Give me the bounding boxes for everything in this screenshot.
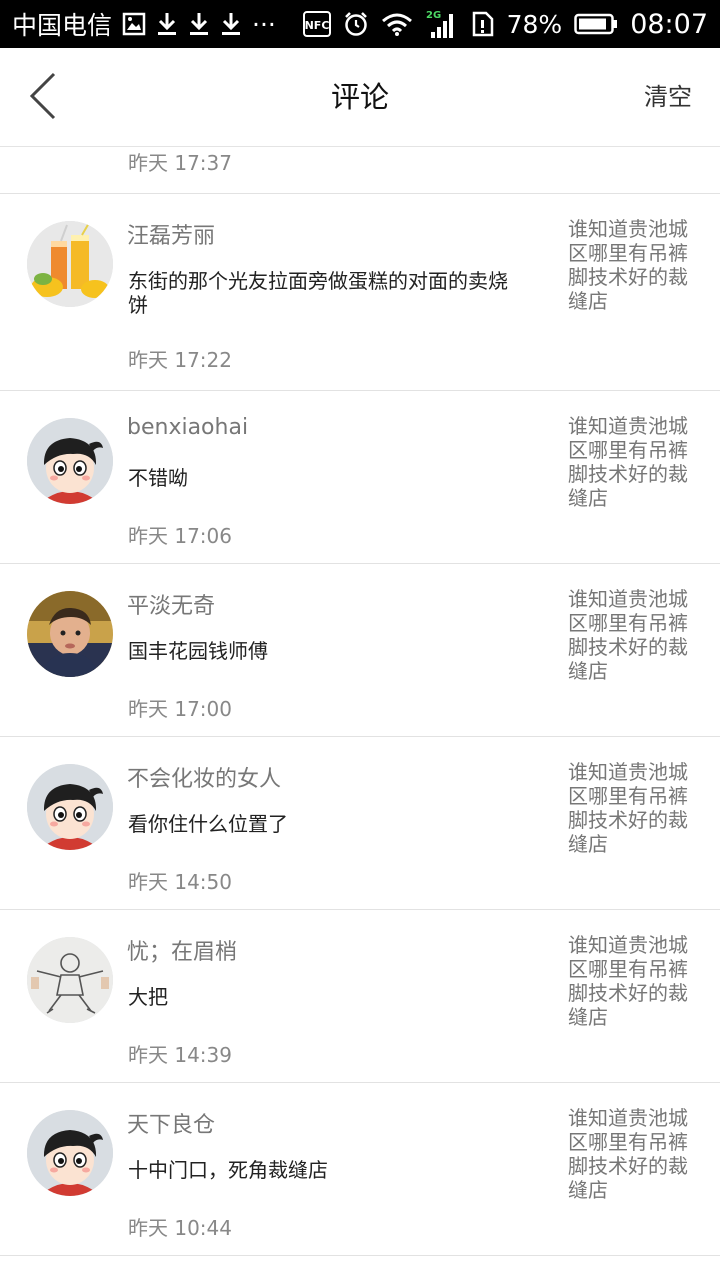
referenced-post[interactable]: 谁知道贵池城区哪里有吊裤脚技术好的裁缝店 bbox=[568, 217, 696, 313]
download-icon bbox=[156, 11, 178, 37]
list-item[interactable]: 忧；在眉梢 大把 昨天 14:39 谁知道贵池城区哪里有吊裤脚技术好的裁缝店 bbox=[0, 910, 720, 1083]
signal-icon: 2G bbox=[425, 8, 459, 40]
title-bar: 评论 清空 bbox=[0, 48, 720, 147]
comment-content: 十中门口，死角裁缝店 bbox=[128, 1158, 328, 1182]
sketch-avatar-icon bbox=[27, 937, 113, 1023]
referenced-post[interactable]: 谁知道贵池城区哪里有吊裤脚技术好的裁缝店 bbox=[568, 1106, 696, 1202]
clock: 08:07 bbox=[630, 8, 708, 40]
nfc-icon: NFC bbox=[302, 11, 331, 37]
referenced-post[interactable]: 谁知道贵池城区哪里有吊裤脚技术好的裁缝店 bbox=[568, 414, 696, 510]
commenter-name: benxiaohai bbox=[127, 415, 249, 440]
avatar[interactable] bbox=[27, 1110, 113, 1196]
default-avatar-icon bbox=[27, 418, 113, 504]
status-bar: 中国电信 ··· NFC 2G 78% 08:07 bbox=[0, 0, 720, 48]
comment-time: 昨天 17:06 bbox=[128, 524, 232, 548]
referenced-post[interactable]: 谁知道贵池城区哪里有吊裤脚技术好的裁缝店 bbox=[568, 933, 696, 1029]
page-title: 评论 bbox=[330, 80, 389, 114]
avatar[interactable] bbox=[27, 591, 113, 677]
wifi-icon bbox=[381, 12, 413, 36]
alarm-icon bbox=[343, 11, 369, 37]
commenter-name: 不会化妆的女人 bbox=[127, 767, 282, 792]
commenter-name: 汪磊芳丽 bbox=[127, 224, 216, 249]
clear-button[interactable]: 清空 bbox=[644, 48, 692, 147]
comment-time: 昨天 17:37 bbox=[128, 151, 232, 175]
list-item[interactable]: benxiaohai 不错呦 昨天 17:06 谁知道贵池城区哪里有吊裤脚技术好… bbox=[0, 391, 720, 564]
avatar[interactable] bbox=[27, 418, 113, 504]
list-item[interactable]: 天下良仓 十中门口，死角裁缝店 昨天 10:44 谁知道贵池城区哪里有吊裤脚技术… bbox=[0, 1083, 720, 1256]
commenter-name: 天下良仓 bbox=[127, 1113, 216, 1138]
default-avatar-icon bbox=[27, 1110, 113, 1196]
comment-content: 东街的那个光友拉面旁做蛋糕的对面的卖烧饼 bbox=[128, 269, 508, 317]
list-item[interactable]: 昨天 17:37 bbox=[0, 147, 720, 194]
svg-text:2G: 2G bbox=[426, 10, 441, 21]
comment-time: 昨天 10:44 bbox=[128, 1216, 232, 1240]
avatar[interactable] bbox=[27, 764, 113, 850]
comment-content: 看你住什么位置了 bbox=[128, 812, 288, 836]
commenter-name: 平淡无奇 bbox=[127, 594, 216, 619]
referenced-post[interactable]: 谁知道贵池城区哪里有吊裤脚技术好的裁缝店 bbox=[568, 587, 696, 683]
referenced-post[interactable]: 谁知道贵池城区哪里有吊裤脚技术好的裁缝店 bbox=[568, 760, 696, 856]
child-photo-avatar-icon bbox=[27, 591, 113, 677]
comment-time: 昨天 14:50 bbox=[128, 870, 232, 894]
back-button[interactable] bbox=[18, 70, 68, 126]
avatar[interactable] bbox=[27, 937, 113, 1023]
comment-list[interactable]: 昨天 17:37 汪磊芳丽 东街的那个光友拉面旁做蛋糕的对面的卖烧饼 昨天 17… bbox=[0, 147, 720, 1256]
comment-content: 不错呦 bbox=[128, 466, 188, 490]
download-icon bbox=[220, 11, 242, 37]
comment-time: 昨天 17:22 bbox=[128, 348, 232, 372]
chevron-left-icon bbox=[28, 71, 58, 125]
commenter-name: 忧；在眉梢 bbox=[127, 940, 238, 965]
list-item[interactable]: 平淡无奇 国丰花园钱师傅 昨天 17:00 谁知道贵池城区哪里有吊裤脚技术好的裁… bbox=[0, 564, 720, 737]
juice-avatar-icon bbox=[27, 221, 113, 307]
more-notifications-indicator: ··· bbox=[252, 9, 276, 39]
comment-content: 大把 bbox=[128, 985, 168, 1009]
list-item[interactable]: 汪磊芳丽 东街的那个光友拉面旁做蛋糕的对面的卖烧饼 昨天 17:22 谁知道贵池… bbox=[0, 194, 720, 391]
comment-time: 昨天 17:00 bbox=[128, 697, 232, 721]
svg-text:NFC: NFC bbox=[304, 19, 329, 32]
carrier-label: 中国电信 bbox=[12, 11, 113, 40]
avatar[interactable] bbox=[27, 221, 113, 307]
comment-content: 国丰花园钱师傅 bbox=[128, 639, 268, 663]
default-avatar-icon bbox=[27, 764, 113, 850]
battery-percentage: 78% bbox=[506, 9, 563, 39]
sim-alert-icon bbox=[471, 11, 495, 37]
battery-icon bbox=[574, 12, 618, 36]
image-notification-icon bbox=[122, 12, 146, 36]
list-item[interactable]: 不会化妆的女人 看你住什么位置了 昨天 14:50 谁知道贵池城区哪里有吊裤脚技… bbox=[0, 737, 720, 910]
comment-time: 昨天 14:39 bbox=[128, 1043, 232, 1067]
download-icon bbox=[188, 11, 210, 37]
